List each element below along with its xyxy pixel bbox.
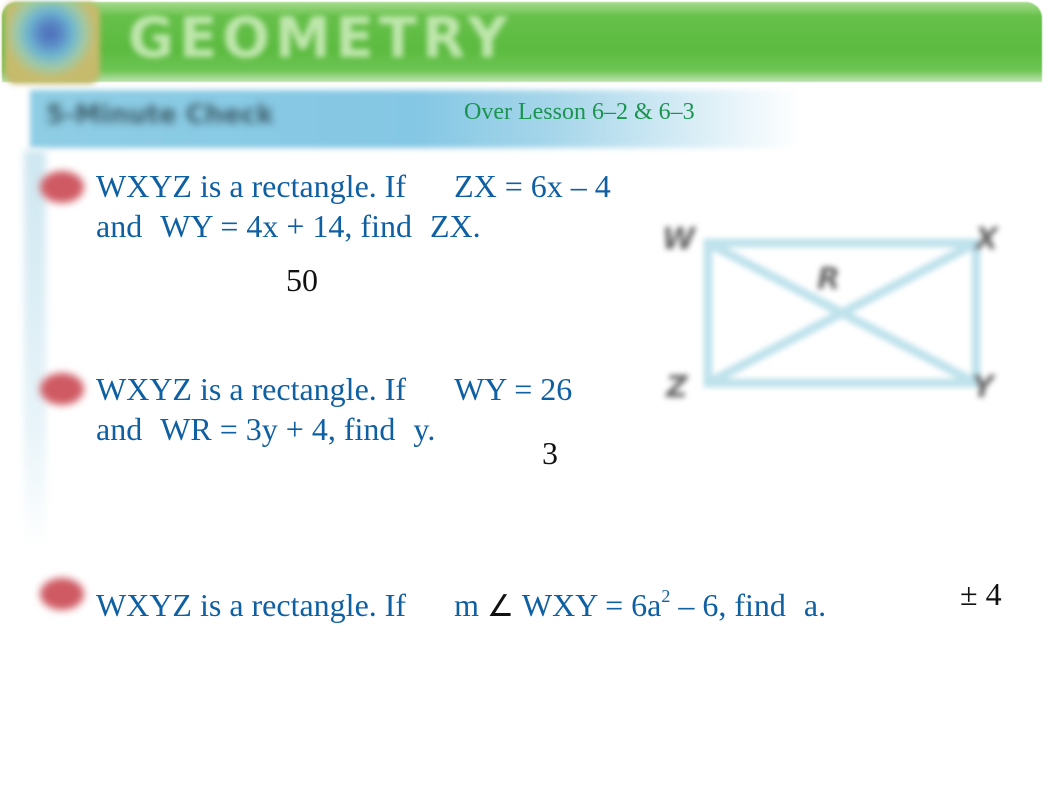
angle-icon: ∠ xyxy=(486,589,514,624)
question-3-bullet[interactable] xyxy=(40,578,84,610)
question-2: WXYZ is a rectangle. If WY = 26 and WR = 3… xyxy=(96,369,572,449)
question-2-line2a: and xyxy=(96,411,143,447)
question-1-line2b: WY = 4x + 14, find xyxy=(160,208,412,244)
question-2-line1b: WY = 26 xyxy=(454,371,573,407)
question-2-answer: 3 xyxy=(542,435,558,471)
question-3-line1a: WXYZ is a rectangle. If xyxy=(96,587,407,623)
question-3: WXYZ is a rectangle. If m ∠ WXY = 6a2 – 6… xyxy=(96,576,826,627)
question-3-find-var: a. xyxy=(803,587,827,623)
question-1-line1a: WXYZ is a rectangle. If xyxy=(96,168,407,204)
question-2-line1a: WXYZ is a rectangle. If xyxy=(96,371,407,407)
question-3-expr-a: WXY = 6a xyxy=(521,587,662,623)
question-1-line1b: ZX = 6x – 4 xyxy=(454,168,611,204)
vertex-x-label: X xyxy=(975,222,999,257)
geometry-logo-icon xyxy=(4,2,100,84)
vertex-w-label: W xyxy=(662,222,696,257)
rectangle-diagram xyxy=(703,238,981,388)
question-1-line2a: and xyxy=(96,208,143,244)
vertex-z-label: Z xyxy=(666,370,688,405)
lesson-subtitle: Over Lesson 6–2 & 6–3 xyxy=(464,99,695,125)
question-2-line2b: WR = 3y + 4, find xyxy=(160,411,396,447)
question-2-line2c: y. xyxy=(413,411,436,447)
question-1: WXYZ is a rectangle. If ZX = 6x – 4 and WY… xyxy=(96,166,611,246)
question-2-bullet[interactable] xyxy=(40,373,84,405)
vertex-y-label: Y xyxy=(972,370,994,405)
question-1-answer: 50 xyxy=(286,262,318,298)
side-decoration xyxy=(24,150,46,550)
section-label: 5-Minute Check xyxy=(46,100,274,130)
vertex-r-label: R xyxy=(817,262,841,297)
header-title: GEOMETRY xyxy=(128,6,513,71)
question-3-answer: ± 4 xyxy=(960,576,1002,612)
question-1-line2c: ZX. xyxy=(429,208,481,244)
question-1-bullet[interactable] xyxy=(40,171,84,203)
question-3-expr-b: – 6, find xyxy=(678,587,786,623)
question-3-exponent: 2 xyxy=(661,586,671,606)
question-3-m: m xyxy=(454,587,479,623)
